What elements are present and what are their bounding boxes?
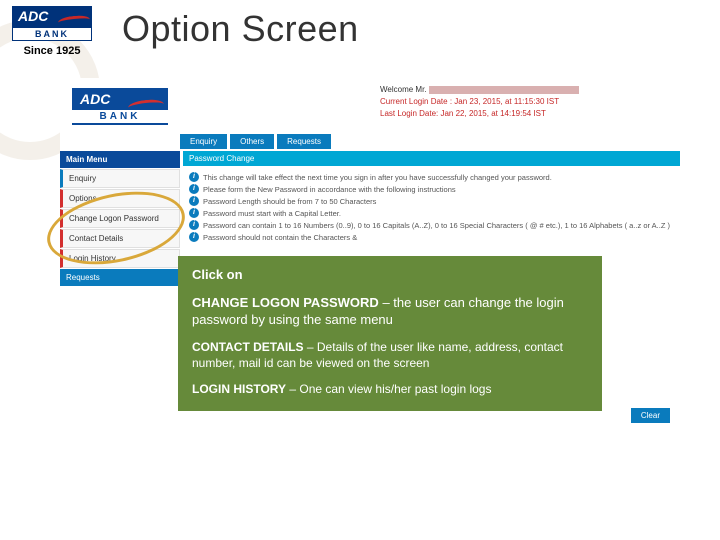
nav-tab-enquiry[interactable]: Enquiry — [180, 134, 227, 149]
logo-text: ADC — [18, 8, 48, 24]
clear-button-wrap: Clear — [631, 408, 670, 423]
panel-title-bar: Password Change — [183, 151, 680, 166]
logo-subtext: BANK — [12, 28, 92, 41]
top-nav: Enquiry Others Requests — [180, 134, 680, 149]
app-header: ADC BANK Welcome Mr. Current Login Date … — [60, 78, 680, 134]
nav-tab-requests[interactable]: Requests — [277, 134, 331, 149]
rule-line: Password must start with a Capital Lette… — [203, 208, 341, 220]
clear-button[interactable]: Clear — [631, 408, 670, 423]
welcome-block: Welcome Mr. Current Login Date : Jan 23,… — [180, 78, 680, 134]
welcome-prefix: Welcome Mr. — [380, 85, 427, 94]
callout-cpw-label: CHANGE LOGON PASSWORD — [192, 295, 379, 310]
current-login-line: Current Login Date : Jan 23, 2015, at 11… — [380, 96, 680, 108]
welcome-line: Welcome Mr. — [380, 84, 680, 96]
info-icon: i — [189, 220, 199, 230]
callout-contact-sep: – — [304, 340, 317, 354]
rule-line: Please form the New Password in accordan… — [203, 184, 456, 196]
bank-logo: ADC BANK — [12, 6, 92, 41]
rule-line: Password should not contain the Characte… — [203, 232, 357, 244]
sidebar: Main Menu Enquiry Options Change Logon P… — [60, 151, 180, 286]
info-icon: i — [189, 232, 199, 242]
callout-change-password: CHANGE LOGON PASSWORD – the user can cha… — [192, 294, 588, 329]
callout-login-label: LOGIN HISTORY — [192, 382, 286, 396]
info-icon: i — [189, 196, 199, 206]
callout-login-history: LOGIN HISTORY – One can view his/her pas… — [192, 381, 588, 397]
callout-click-on: Click on — [192, 266, 588, 284]
info-icon: i — [189, 184, 199, 194]
last-login-line: Last Login Date: Jan 22, 2015, at 14:19:… — [380, 108, 680, 120]
logo-top: ADC — [12, 6, 92, 28]
rule-line: Password can contain 1 to 16 Numbers (0.… — [203, 220, 670, 232]
callout-cpw-sep: – — [379, 295, 393, 310]
sidebar-item-login-history[interactable]: Login History — [60, 249, 180, 268]
nav-tab-others[interactable]: Others — [230, 134, 274, 149]
sidebar-item-contact-details[interactable]: Contact Details — [60, 229, 180, 248]
password-rules: i This change will take effect the next t… — [183, 166, 680, 250]
rule-line: This change will take effect the next ti… — [203, 172, 552, 184]
callout-contact: CONTACT DETAILS – Details of the user li… — [192, 339, 588, 371]
slide-header: ADC BANK Since 1925 Option Screen — [0, 0, 720, 57]
app-logo-subtext: BANK — [72, 110, 168, 125]
info-icon: i — [189, 172, 199, 182]
sidebar-item-options[interactable]: Options — [60, 189, 180, 208]
app-logo: ADC BANK — [60, 78, 180, 134]
info-icon: i — [189, 208, 199, 218]
sidebar-header-mainmenu: Main Menu — [60, 151, 180, 168]
logo-swoosh-icon — [58, 14, 91, 27]
callout-login-text: One can view his/her past login logs — [299, 382, 491, 396]
logo-column: ADC BANK Since 1925 — [0, 6, 104, 57]
callout-contact-label: CONTACT DETAILS — [192, 340, 304, 354]
sidebar-item-enquiry[interactable]: Enquiry — [60, 169, 180, 188]
app-logo-text: ADC — [80, 91, 110, 107]
callout-login-sep: – — [286, 382, 299, 396]
rule-line: Password Length should be from 7 to 50 C… — [203, 196, 376, 208]
sidebar-header-requests[interactable]: Requests — [60, 269, 180, 286]
sidebar-item-change-password[interactable]: Change Logon Password — [60, 209, 180, 228]
since-text: Since 1925 — [0, 45, 104, 57]
instruction-callout: Click on CHANGE LOGON PASSWORD – the use… — [178, 256, 602, 411]
redacted-name — [429, 86, 579, 94]
page-title: Option Screen — [104, 6, 359, 50]
